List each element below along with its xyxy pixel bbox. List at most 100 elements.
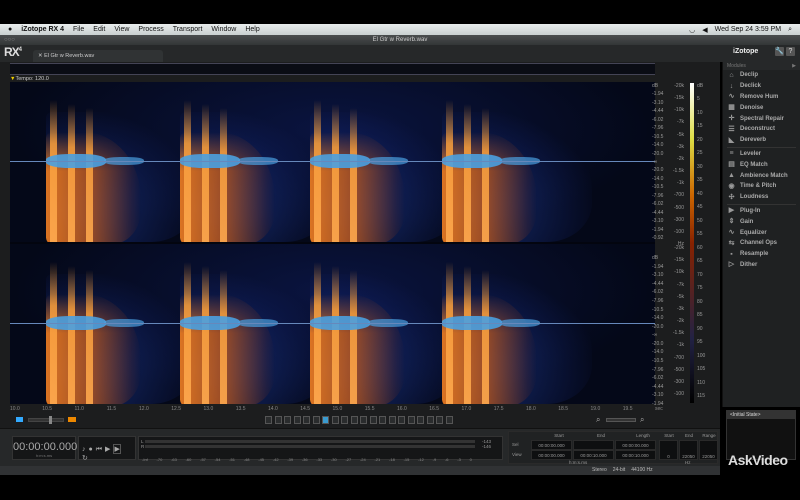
module-spectral-repair[interactable]: ✛ Spectral Repair [723,113,800,124]
tool-button-15[interactable] [407,416,415,424]
module-eq-match[interactable]: ▤ EQ Match [723,159,800,170]
settings-button[interactable]: 🔧 [775,47,784,56]
waveform-overview[interactable] [10,63,655,75]
loop-button[interactable]: ↻ [82,454,88,462]
play-selection-button[interactable]: ▶ [113,444,121,454]
help-button[interactable]: ? [786,47,795,56]
tool-button-19[interactable] [445,416,453,424]
tool-button-2[interactable] [284,416,291,424]
module-denoise[interactable]: ▦ Denoise [723,102,800,113]
note-onset [464,266,471,404]
tool-button-14[interactable] [398,416,405,424]
module-label: Plug-In [740,207,761,214]
time-tick: 15.0 [332,406,343,412]
tool-button-0[interactable] [265,416,272,424]
module-dereverb[interactable]: ◣ Dereverb [723,135,800,146]
menu-edit[interactable]: Edit [93,26,105,33]
module-equalizer[interactable]: ∿ Equalizer [723,227,800,238]
menu-file[interactable]: File [73,26,84,33]
frequency-label: -700 [673,354,684,361]
menu-app[interactable]: iZotope RX 4 [21,26,64,33]
menu-transport[interactable]: Transport [173,26,203,33]
tool-button-11[interactable] [369,416,377,424]
rewind-button[interactable]: ⏮ [96,446,102,454]
time-tick: 18.5 [558,406,568,412]
waveform-toggle-icon[interactable] [16,417,23,422]
tool-button-18[interactable] [436,416,443,424]
color-scale-label: 30 [697,163,703,170]
volume-icon[interactable]: ◀ [702,26,707,34]
tool-button-4[interactable] [303,416,310,424]
tool-button-9[interactable] [350,416,358,424]
window-controls[interactable]: ○○○ [4,35,15,45]
freq-field[interactable]: 22050 [699,440,718,460]
tool-button-5[interactable] [312,416,320,424]
time-tick: 12.5 [171,406,181,412]
spectrogram-toggle-icon[interactable] [68,417,76,422]
declip-icon: ⌂ [729,71,734,79]
tool-button-3[interactable] [293,416,301,424]
tool-button-13[interactable] [388,416,396,424]
tool-button-10[interactable] [360,416,367,424]
channel-right[interactable] [10,244,655,404]
freq-field[interactable]: 0 [659,440,678,460]
module-remove-hum[interactable]: ∿ Remove Hum [723,92,800,103]
color-scale-label: 5 [697,96,700,103]
module-loudness[interactable]: ✣ Loudness [723,192,800,203]
timecode-format: h:m:s.ms [35,453,53,458]
spectrogram-view[interactable] [10,82,655,404]
history-item[interactable]: <Initial State> [727,411,795,419]
module-declick[interactable]: ↓ Declick [723,81,800,92]
record-button[interactable]: ● [89,446,93,453]
timecode: 00:00:00.000 [13,441,78,453]
frequency-label: -700 [673,192,684,199]
tool-button-12[interactable] [379,416,386,424]
status-bar: Stereo 24-bit 44100 Hz [0,466,720,475]
selection-field[interactable]: 00:00:00.000 [531,450,572,460]
tool-button-16[interactable] [417,416,424,424]
monitor-icon[interactable]: ♪ [82,446,86,453]
selection-field[interactable]: 00:00:10.000 [573,450,614,460]
selection-field[interactable]: 00:00:00.000 [615,440,656,450]
horizontal-zoom-slider[interactable] [606,418,636,422]
module-channel-ops[interactable]: ⇆ Channel Ops [723,238,800,249]
selection-field[interactable]: 00:00:10.000 [615,450,656,460]
color-scale-label: 110 [697,379,705,386]
note-onset [86,270,93,404]
tool-button-6[interactable] [322,416,329,424]
module-ambience-match[interactable]: ▲ Ambience Match [723,170,800,181]
menu-window[interactable]: Window [211,26,236,33]
color-scale-label: 20 [697,136,703,143]
amplitude-label: -3.10 [652,218,664,225]
tool-button-17[interactable] [426,416,434,424]
wifi-icon[interactable]: ◡ [689,26,695,34]
tool-button-8[interactable] [341,416,348,424]
tool-button-7[interactable] [331,416,339,424]
module-dither[interactable]: ▷ Dither [723,260,800,271]
freq-field[interactable]: 22050 [679,440,698,460]
zoom-in-icon[interactable]: ⌕ [640,415,644,425]
module-plug-in[interactable]: ▶ Plug-In [723,206,800,217]
selection-field[interactable] [573,440,614,450]
menu-process[interactable]: Process [138,26,163,33]
module-deconstruct[interactable]: ☰ Deconstruct [723,124,800,135]
module-declip[interactable]: ⌂ Declip [723,70,800,81]
module-time-pitch[interactable]: ◉ Time & Pitch [723,181,800,192]
file-tab[interactable]: ✕ El Gtr w Reverb.wav [33,50,163,62]
menu-view[interactable]: View [114,26,129,33]
apple-icon[interactable]: ● [8,26,12,33]
zoom-out-icon[interactable]: ⌕ [596,415,600,425]
clock[interactable]: Wed Sep 24 3:59 PM [715,26,781,34]
selection-field[interactable]: 00:00:00.000 [531,440,572,450]
play-button[interactable]: ▶ [105,445,110,453]
module-resample[interactable]: ▪ Resample [723,249,800,260]
spotlight-icon[interactable]: ⌕ [788,26,792,34]
channel-left[interactable] [10,82,655,242]
module-gain[interactable]: ⇕ Gain [723,216,800,227]
status-bitdepth: 24-bit [612,467,626,473]
module-leveler[interactable]: ≡ Leveler [723,149,800,160]
tool-button-1[interactable] [274,416,282,424]
menu-help[interactable]: Help [245,26,259,33]
waveform-spectrogram-slider[interactable] [28,416,64,424]
note-onset [446,262,453,404]
